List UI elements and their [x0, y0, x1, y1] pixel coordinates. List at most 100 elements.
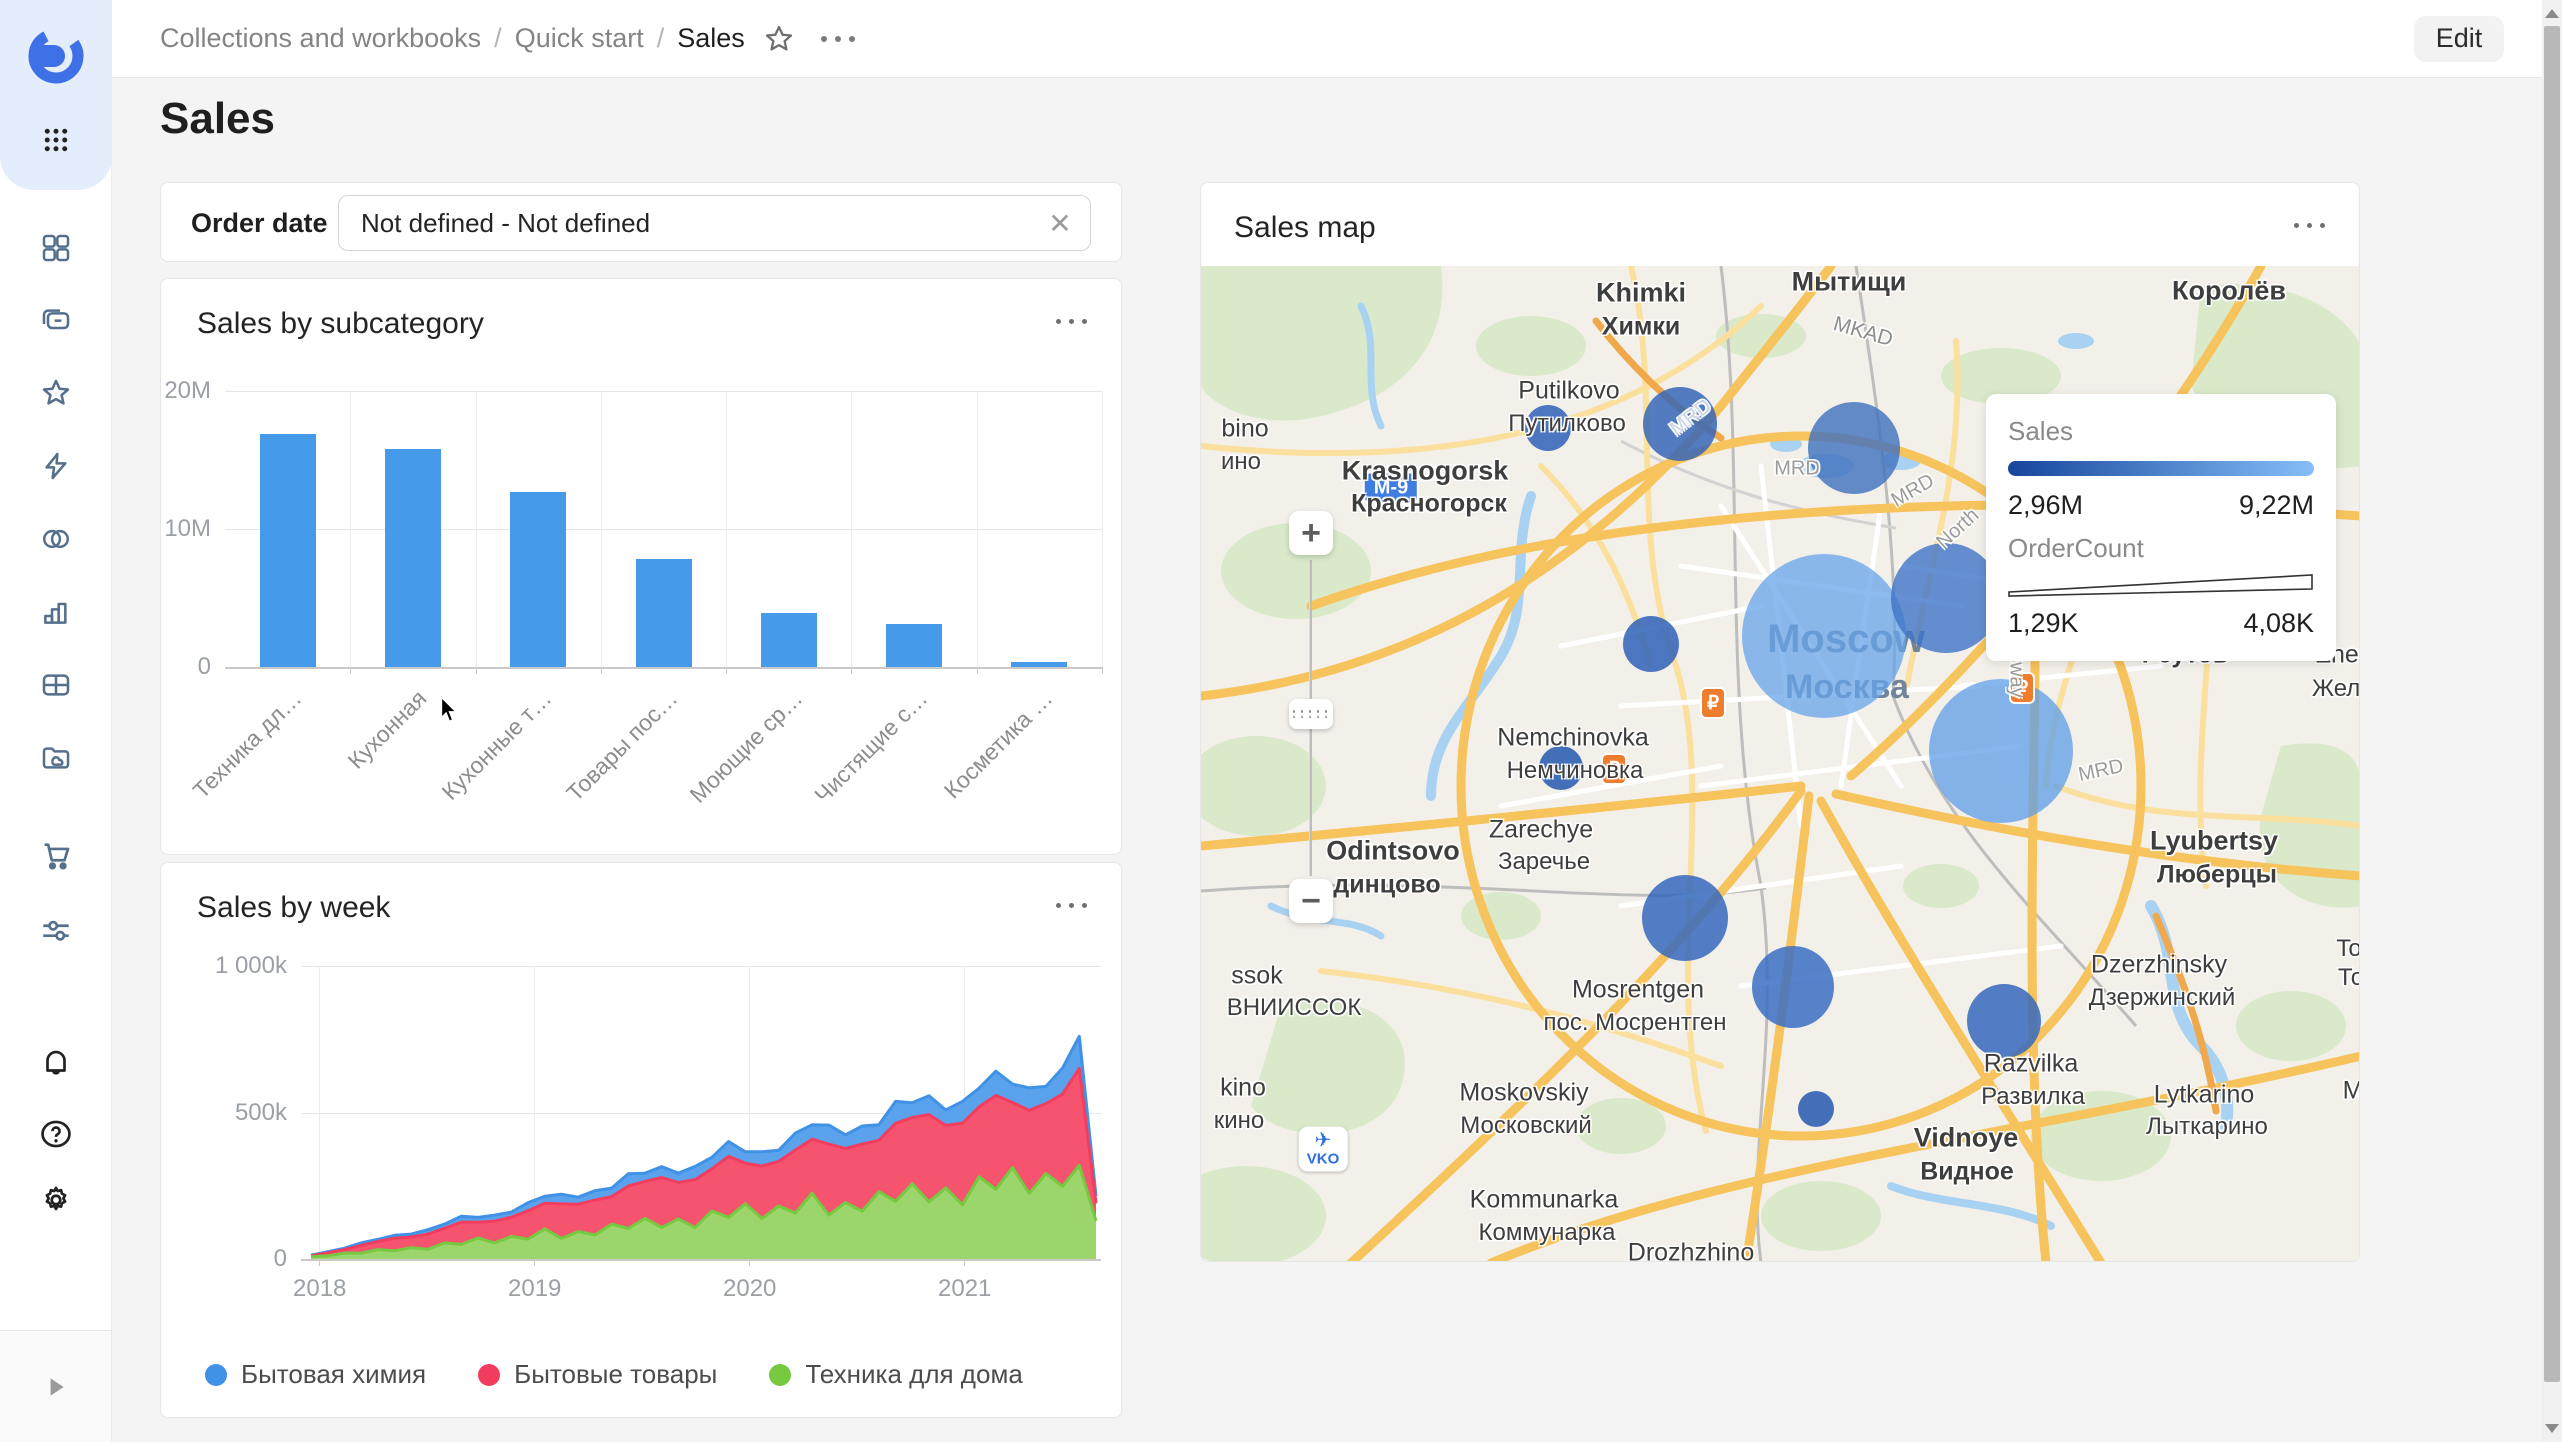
chart-menu-icon[interactable] [1056, 903, 1087, 908]
x-axis-year: 2019 [508, 1275, 561, 1303]
sidebar-item-charts[interactable] [0, 584, 112, 640]
sales-bubble[interactable] [1891, 543, 2001, 653]
bar-Чистящие с…[interactable] [886, 624, 942, 667]
scrollbar-up-arrow[interactable] [2545, 9, 2559, 18]
sales-by-subcategory-card: Sales by subcategory 20M10M0Техника дл…К… [160, 278, 1122, 855]
legend-ordercount-label: OrderCount [2008, 533, 2314, 564]
expand-panel-icon[interactable] [43, 1374, 69, 1400]
sales-bubble[interactable] [1798, 1091, 1834, 1127]
bar-chart[interactable]: 20M10M0Техника дл…КухоннаяКухонные т…Тов… [225, 391, 1102, 667]
chart-legend: Бытовая химия Бытовые товары Техника для… [205, 1359, 1023, 1390]
breadcrumb: Collections and workbooks / Quick start … [160, 23, 745, 54]
scrollbar-down-arrow[interactable] [2545, 1424, 2559, 1433]
sales-map-card: Sales map [1200, 182, 2360, 1262]
breadcrumb-quick-start[interactable]: Quick start [515, 23, 644, 54]
x-axis-year: 2018 [293, 1275, 346, 1303]
ordercount-min-value: 1,29K [2008, 608, 2079, 639]
ordercount-max-value: 4,08K [2243, 608, 2314, 639]
chart-title: Sales map [1234, 211, 1376, 245]
sidebar-item-quick-actions[interactable] [0, 438, 112, 494]
sidebar-footer [0, 1330, 111, 1442]
sales-gradient-bar [2008, 461, 2314, 476]
chart-title: Sales by subcategory [197, 307, 484, 341]
page-scrollbar[interactable] [2542, 0, 2562, 1442]
legend-label: Техника для дома [805, 1359, 1022, 1390]
bar-Моющие ср…[interactable] [761, 613, 817, 667]
sidebar-item-connections[interactable] [0, 511, 112, 567]
notifications-bell-icon[interactable] [0, 1034, 112, 1090]
legend-item[interactable]: Бытовая химия [205, 1359, 426, 1390]
help-icon[interactable] [0, 1106, 112, 1162]
apps-menu-icon[interactable] [0, 112, 112, 168]
sales-bubble[interactable] [1967, 984, 2041, 1058]
sales-bubble[interactable] [1623, 616, 1679, 672]
more-menu-icon[interactable] [821, 36, 855, 42]
sidebar-item-favorites[interactable] [0, 365, 112, 421]
bar-Товары пос…[interactable] [636, 559, 692, 667]
bar-Техника дл…[interactable] [260, 434, 316, 667]
legend-dot [205, 1364, 227, 1386]
map-zoom-out-button[interactable]: − [1289, 879, 1333, 923]
filter-label: Order date [191, 183, 328, 263]
y-axis-tick: 0 [121, 653, 211, 681]
favorite-star-icon[interactable] [763, 23, 795, 55]
breadcrumb-collections[interactable]: Collections and workbooks [160, 23, 481, 54]
y-axis-tick: 20M [121, 377, 211, 405]
edit-button[interactable]: Edit [2414, 16, 2504, 62]
sidebar-item-marketplace[interactable] [0, 828, 112, 884]
y-axis-tick: 0 [197, 1245, 287, 1273]
breadcrumb-current: Sales [677, 23, 745, 54]
legend-label: Бытовая химия [241, 1359, 426, 1390]
top-header: Collections and workbooks / Quick start … [112, 0, 2562, 78]
sidebar-item-datasets[interactable] [0, 657, 112, 713]
y-axis-tick: 10M [121, 515, 211, 543]
bar-Кухонные т…[interactable] [510, 492, 566, 667]
sales-bubble[interactable] [1742, 554, 1906, 718]
chart-title: Sales by week [197, 891, 390, 925]
ordercount-wedge [2008, 572, 2314, 598]
x-axis-year: 2020 [723, 1275, 776, 1303]
sidebar-item-storage[interactable] [0, 730, 112, 786]
dashboard-content: Sales Order date Not defined - Not defin… [112, 78, 2562, 1442]
datalens-logo-icon[interactable] [0, 28, 112, 84]
chart-menu-icon[interactable] [2294, 223, 2325, 228]
sales-by-week-card: Sales by week 1 000k500k0201820192020202… [160, 862, 1122, 1418]
scrollbar-thumb[interactable] [2544, 26, 2560, 1382]
map-canvas[interactable]: MoscowМосква M-9₽₽₽✈VKO МытищиКоролёвKhi… [1201, 266, 2360, 1262]
bar-Кухонная[interactable] [385, 449, 441, 667]
bar-Косметика …[interactable] [1011, 662, 1067, 667]
sales-bubble[interactable] [1525, 405, 1571, 451]
order-date-value: Not defined - Not defined [361, 208, 650, 239]
sales-bubble[interactable] [1808, 402, 1900, 494]
legend-item[interactable]: Бытовые товары [478, 1359, 717, 1390]
sidebar-item-dashboards[interactable] [0, 220, 112, 276]
map-zoom-in-button[interactable]: + [1289, 511, 1333, 555]
datalens-dashboard: Collections and workbooks / Quick start … [0, 0, 2562, 1442]
filter-card: Order date Not defined - Not defined ✕ [160, 182, 1122, 262]
order-date-select[interactable]: Not defined - Not defined ✕ [338, 195, 1091, 251]
sales-min-value: 2,96M [2008, 490, 2083, 521]
area-chart[interactable]: 1 000k500k02018201920202021 [301, 966, 1101, 1259]
sidebar-item-services[interactable] [0, 902, 112, 958]
legend-item[interactable]: Техника для дома [769, 1359, 1022, 1390]
page-title: Sales [160, 94, 275, 144]
sidebar-item-collections[interactable] [0, 292, 112, 348]
sales-bubble[interactable] [1642, 875, 1728, 961]
sidebar [0, 0, 112, 1442]
chart-menu-icon[interactable] [1056, 319, 1087, 324]
sales-bubble[interactable] [1929, 679, 2073, 823]
sales-bubble[interactable] [1539, 746, 1583, 790]
legend-dot [769, 1364, 791, 1386]
legend-label: Бытовые товары [514, 1359, 717, 1390]
clear-filter-icon[interactable]: ✕ [1046, 210, 1074, 238]
breadcrumb-separator: / [494, 23, 502, 54]
y-axis-tick: 1 000k [197, 952, 287, 980]
sales-bubble[interactable] [1752, 946, 1834, 1028]
main-area: Collections and workbooks / Quick start … [112, 0, 2562, 1442]
y-axis-tick: 500k [197, 1099, 287, 1127]
map-legend: Sales 2,96M 9,22M OrderCount 1,29K 4,08 [1986, 394, 2336, 661]
settings-gear-icon[interactable] [0, 1172, 112, 1228]
sales-bubble[interactable] [1643, 387, 1717, 461]
map-zoom-slider-handle[interactable] [1289, 699, 1333, 729]
breadcrumb-separator: / [657, 23, 665, 54]
